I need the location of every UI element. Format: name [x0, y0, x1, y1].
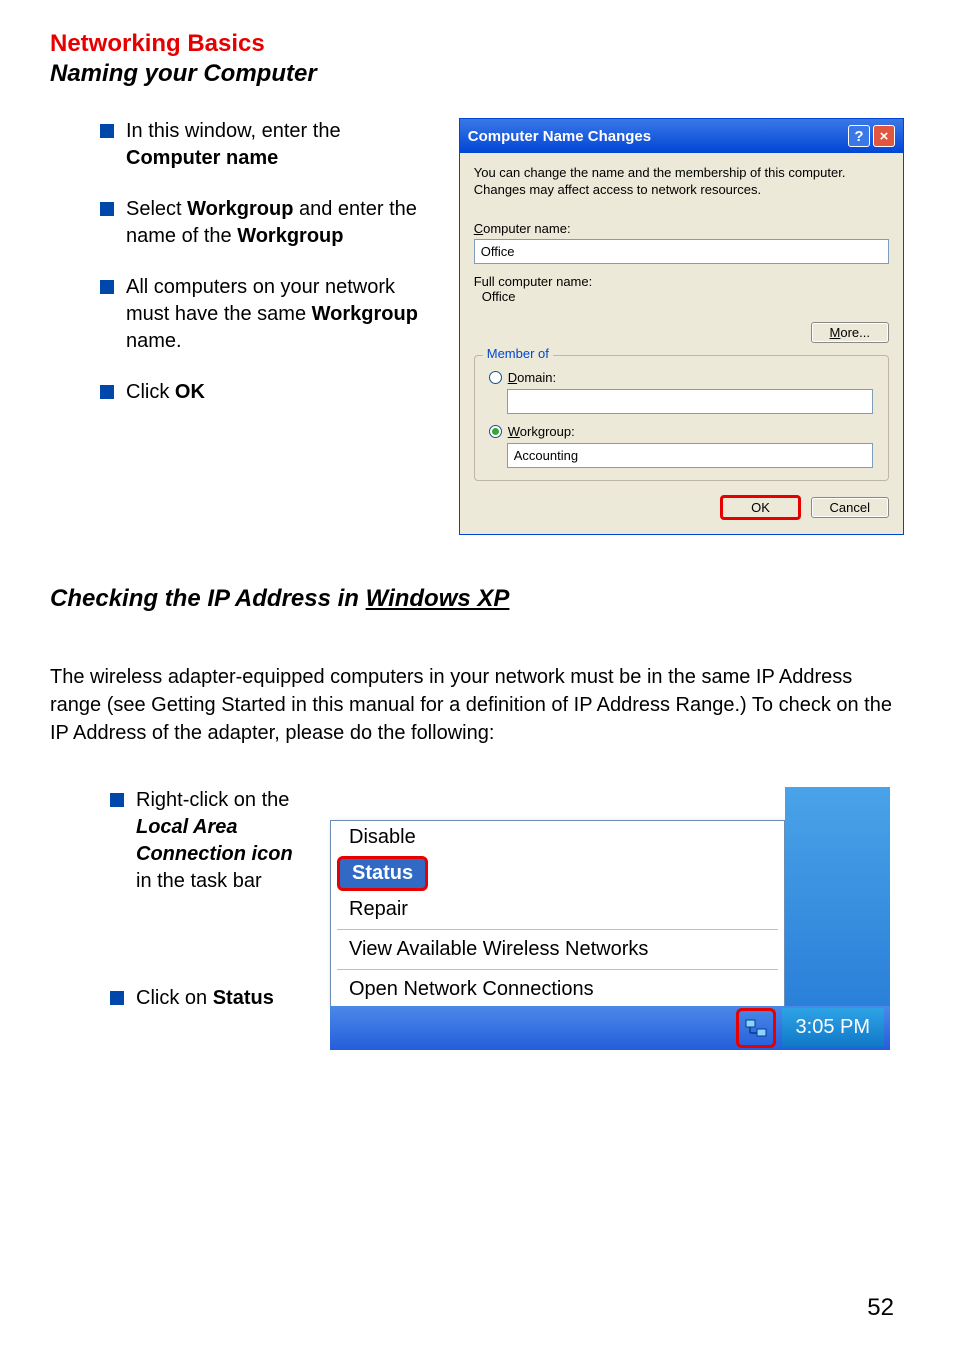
bullet-4: Click OK	[100, 379, 439, 406]
bullet-3-bold: Workgroup	[312, 303, 418, 325]
menu-repair[interactable]: Repair	[331, 893, 784, 926]
dialog-titlebar: Computer Name Changes ? ×	[460, 119, 903, 153]
bullet-2-pre: Select	[126, 198, 187, 220]
page-number: 52	[867, 1294, 894, 1322]
bullet-2-bold2: Workgroup	[237, 225, 343, 247]
computer-name-dialog: Computer Name Changes ? × You can change…	[459, 118, 904, 535]
context-menu: Disable Status Repair View Available Wir…	[330, 820, 785, 1007]
b2-pre: Click on	[136, 987, 213, 1009]
dialog-body: You can change the name and the membersh…	[460, 153, 903, 534]
ok-button[interactable]: OK	[720, 495, 801, 520]
menu-separator	[337, 969, 778, 970]
b1-pre: Right-click on the	[136, 789, 289, 811]
bullet-b2: Click on Status	[110, 985, 310, 1012]
menu-disable[interactable]: Disable	[331, 821, 784, 854]
b1-post: in the task bar	[136, 870, 262, 892]
context-menu-screenshot: Disable Status Repair View Available Wir…	[330, 787, 890, 1050]
instructions-column-2: Right-click on the Local Area Connection…	[50, 787, 310, 1036]
close-icon[interactable]: ×	[873, 125, 895, 147]
heading-subtitle: Naming your Computer	[50, 60, 904, 88]
b2-bold: Status	[213, 987, 274, 1009]
full-name-value: Office	[474, 289, 889, 304]
b1-bold: Local Area Connection icon	[136, 816, 293, 865]
bullet-1-text: In this window, enter the	[126, 120, 341, 142]
menu-separator	[337, 929, 778, 930]
dialog-title: Computer Name Changes	[468, 128, 651, 145]
instructions-column: In this window, enter the Computer name …	[50, 118, 439, 535]
member-of-groupbox: Member of Domain: Workgroup:	[474, 355, 889, 481]
bullet-4-pre: Click	[126, 381, 175, 403]
taskbar: 3:05 PM	[330, 1006, 890, 1050]
cancel-button[interactable]: Cancel	[811, 497, 889, 518]
bullet-3-post: name.	[126, 330, 182, 352]
bullet-3: All computers on your network must have …	[100, 274, 439, 355]
section2-heading: Checking the IP Address in Windows XP	[50, 585, 904, 613]
network-tray-icon[interactable]	[736, 1008, 776, 1048]
bullet-square-icon	[110, 793, 124, 807]
bullet-4-bold: OK	[175, 381, 205, 403]
top-section: In this window, enter the Computer name …	[50, 118, 904, 535]
section2-body: The wireless adapter-equipped computers …	[50, 663, 904, 747]
bullet-square-icon	[100, 124, 114, 138]
desktop-strip	[785, 787, 890, 1007]
bottom-section: Right-click on the Local Area Connection…	[50, 787, 904, 1050]
bullet-b1: Right-click on the Local Area Connection…	[110, 787, 310, 895]
bullet-square-icon	[100, 202, 114, 216]
heading-red: Networking Basics	[50, 30, 904, 58]
radio-on-icon	[489, 425, 502, 438]
bullet-1: In this window, enter the Computer name	[100, 118, 439, 172]
taskbar-clock: 3:05 PM	[782, 1008, 884, 1047]
more-button[interactable]: More...	[811, 322, 889, 343]
menu-view-wireless[interactable]: View Available Wireless Networks	[331, 933, 784, 966]
bullet-2-bold1: Workgroup	[187, 198, 293, 220]
help-icon[interactable]: ?	[848, 125, 870, 147]
bullet-square-icon	[100, 385, 114, 399]
groupbox-legend: Member of	[483, 346, 553, 361]
menu-status[interactable]: Status	[337, 856, 428, 891]
bullet-square-icon	[100, 280, 114, 294]
domain-radio[interactable]: Domain:	[489, 370, 874, 385]
workgroup-radio[interactable]: Workgroup:	[489, 424, 874, 439]
computer-name-label: Computer name:	[474, 221, 889, 236]
computer-name-input[interactable]	[474, 239, 889, 264]
bullet-1-bold: Computer name	[126, 147, 278, 169]
menu-open-connections[interactable]: Open Network Connections	[331, 973, 784, 1006]
domain-input[interactable]	[507, 389, 873, 414]
network-icon	[744, 1016, 768, 1040]
bullet-square-icon	[110, 991, 124, 1005]
full-name-label: Full computer name:	[474, 274, 889, 289]
workgroup-input[interactable]	[507, 443, 873, 468]
dialog-description: You can change the name and the membersh…	[474, 165, 889, 199]
radio-off-icon	[489, 371, 502, 384]
bullet-2: Select Workgroup and enter the name of t…	[100, 196, 439, 250]
full-computer-name: Full computer name: Office	[474, 274, 889, 304]
